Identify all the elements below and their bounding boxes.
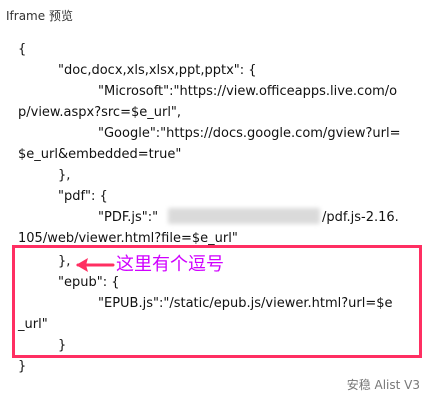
code-line-14: "EPUB.js":"/static/epub.js/viewer.html?u…: [98, 296, 393, 311]
iframe-preview-panel: Iframe 预览 { "doc,docx,xls,xlsx,ppt,pptx"…: [0, 0, 428, 404]
code-line-4: p/view.aspx?src=$e_url",: [18, 105, 182, 120]
code-line-8: "pdf": {: [58, 189, 108, 204]
annotation-text: 这里有个逗号: [116, 254, 224, 275]
code-line-6: $e_url&embedded=true": [18, 147, 182, 162]
code-line-9: "PDF.js":": [98, 210, 159, 225]
code-line-3: "Microsoft":"https://view.officeapps.liv…: [98, 84, 398, 99]
code-line-11: 105/web/viewer.html?file=$e_url": [18, 231, 238, 246]
code-line-12: },: [58, 254, 71, 269]
code-line-2: "doc,docx,xls,xlsx,ppt,pptx": {: [58, 63, 257, 78]
code-line-15: _url": [18, 317, 48, 332]
footer-watermark: 安稳 Alist V3: [346, 378, 420, 392]
code-line-5: "Google":"https://docs.google.com/gview?…: [98, 126, 401, 141]
code-line-13: "epub": {: [58, 275, 120, 290]
code-line-1: {: [18, 42, 27, 57]
code-block: { "doc,docx,xls,xlsx,ppt,pptx": { "Micro…: [0, 0, 428, 404]
code-line-17: }: [18, 359, 27, 374]
code-line-7: },: [58, 168, 71, 183]
redacted-blur: [168, 208, 320, 224]
code-line-16: }: [58, 338, 67, 353]
code-line-10: /pdf.js-2.16.: [322, 210, 399, 225]
